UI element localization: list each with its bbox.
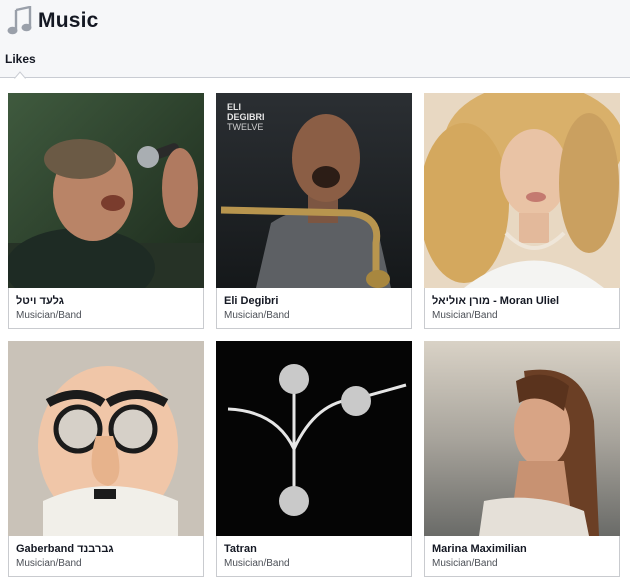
page-card[interactable]: Tatran Musician/Band [216, 341, 412, 577]
likes-grid: גלעד ויטל Musician/Band ELI DEGIBRI TWEL… [0, 0, 630, 583]
page-name[interactable]: Eli Degibri [224, 295, 278, 307]
album-cover-text: DEGIBRI [227, 112, 265, 122]
page-name[interactable]: Tatran [224, 543, 257, 555]
page-name[interactable]: Gaberband גברבנד [16, 543, 114, 555]
album-cover-saxophonist-photo[interactable]: ELI DEGIBRI TWELVE [216, 93, 412, 288]
tree-symbol-logo[interactable] [216, 341, 412, 536]
page-card[interactable]: גלעד ויטל Musician/Band [8, 93, 204, 329]
page-category: Musician/Band [16, 558, 82, 569]
page-category: Musician/Band [224, 310, 290, 321]
page-name[interactable]: Marina Maximilian [432, 543, 527, 555]
woman-portrait-photo[interactable] [424, 341, 620, 536]
page-category: Musician/Band [16, 310, 82, 321]
page-card[interactable]: מורן אוליאל - Moran Uliel Musician/Band [424, 93, 620, 329]
page-card[interactable]: Marina Maximilian Musician/Band [424, 341, 620, 577]
page-name[interactable]: גלעד ויטל [16, 295, 64, 307]
page-category: Musician/Band [432, 310, 498, 321]
blonde-woman-portrait-photo[interactable] [424, 93, 620, 288]
page-name[interactable]: מורן אוליאל - Moran Uliel [432, 295, 559, 307]
page-card[interactable]: Gaberband גברבנד Musician/Band [8, 341, 204, 577]
singer-with-microphone-photo[interactable] [8, 93, 204, 288]
page-category: Musician/Band [432, 558, 498, 569]
album-cover-text: ELI [227, 102, 241, 112]
album-cover-text: TWELVE [227, 122, 263, 132]
baby-with-disguise-glasses-photo[interactable] [8, 341, 204, 536]
page-category: Musician/Band [224, 558, 290, 569]
page-card[interactable]: ELI DEGIBRI TWELVE Eli Degibri Musician/… [216, 93, 412, 329]
